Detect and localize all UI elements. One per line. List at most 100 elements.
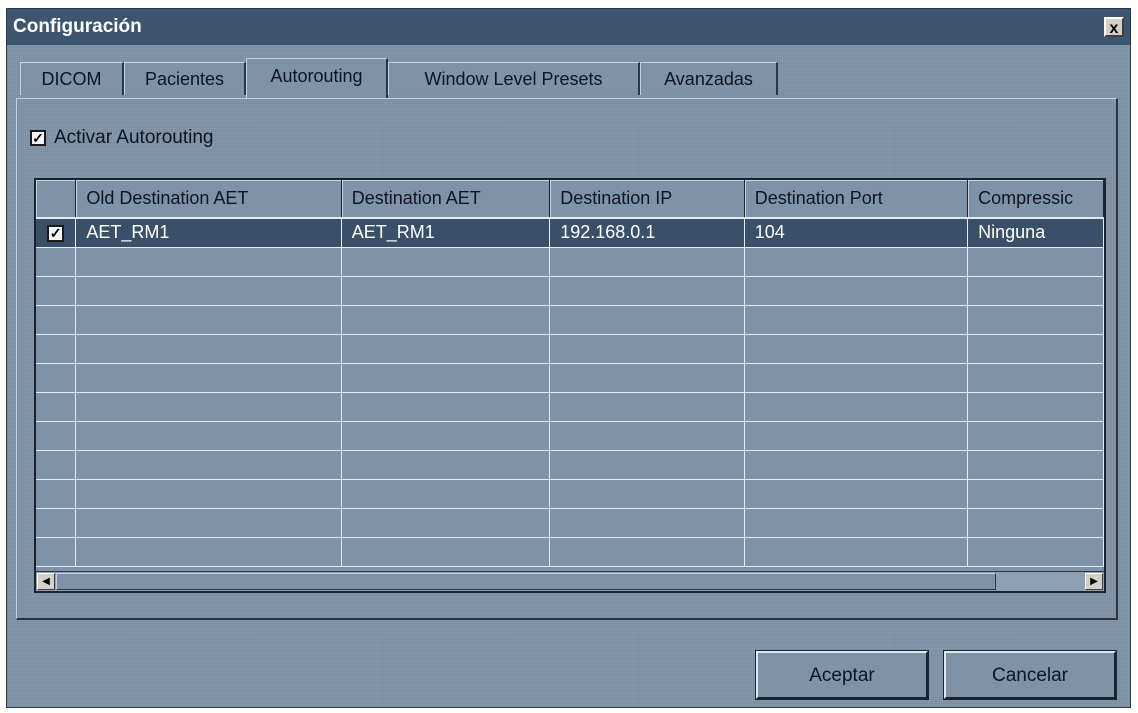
cancel-button[interactable]: Cancelar (943, 650, 1117, 700)
scroll-right-button[interactable]: ▶ (1085, 573, 1103, 590)
empty-cell[interactable] (36, 305, 77, 335)
column-header-destination-port[interactable]: Destination Port (744, 180, 969, 219)
empty-cell[interactable] (36, 276, 77, 306)
accept-button[interactable]: Aceptar (755, 650, 929, 700)
empty-cell[interactable] (36, 508, 77, 538)
empty-cell[interactable] (341, 363, 551, 393)
empty-cell[interactable] (341, 392, 551, 422)
empty-cell[interactable] (744, 334, 969, 364)
empty-cell[interactable] (341, 334, 551, 364)
empty-cell[interactable] (967, 537, 1104, 567)
table-row-empty[interactable] (36, 537, 1104, 567)
empty-cell[interactable] (549, 334, 745, 364)
table-row-empty[interactable] (36, 392, 1104, 422)
empty-cell[interactable] (341, 276, 551, 306)
scroll-thumb[interactable] (56, 573, 996, 590)
cell-destination-port[interactable]: 104 (744, 218, 969, 248)
cell-destination-aet[interactable]: AET_RM1 (341, 218, 551, 248)
empty-cell[interactable] (36, 537, 77, 567)
empty-cell[interactable] (744, 392, 969, 422)
empty-cell[interactable] (967, 450, 1104, 480)
empty-cell[interactable] (744, 305, 969, 335)
empty-cell[interactable] (36, 421, 77, 451)
empty-cell[interactable] (36, 334, 77, 364)
scroll-left-button[interactable]: ◀ (37, 573, 55, 590)
column-header-destination-ip[interactable]: Destination IP (549, 180, 745, 219)
empty-cell[interactable] (75, 334, 342, 364)
empty-cell[interactable] (36, 247, 77, 277)
empty-cell[interactable] (75, 363, 342, 393)
empty-cell[interactable] (549, 276, 745, 306)
empty-cell[interactable] (341, 508, 551, 538)
empty-cell[interactable] (744, 450, 969, 480)
empty-cell[interactable] (744, 479, 969, 509)
empty-cell[interactable] (549, 392, 745, 422)
table-row[interactable]: ✓ AET_RM1 AET_RM1 192.168.0.1 104 Ningun… (36, 218, 1104, 248)
empty-cell[interactable] (967, 276, 1104, 306)
table-row-empty[interactable] (36, 421, 1104, 451)
empty-cell[interactable] (341, 421, 551, 451)
empty-cell[interactable] (341, 450, 551, 480)
row-select-cell[interactable]: ✓ (36, 218, 77, 248)
empty-cell[interactable] (341, 305, 551, 335)
empty-cell[interactable] (75, 537, 342, 567)
row-checkbox[interactable]: ✓ (47, 225, 65, 243)
empty-cell[interactable] (75, 479, 342, 509)
empty-cell[interactable] (75, 450, 342, 480)
empty-cell[interactable] (744, 421, 969, 451)
table-row-empty[interactable] (36, 508, 1104, 538)
table-row-empty[interactable] (36, 479, 1104, 509)
tab-dicom[interactable]: DICOM (20, 62, 124, 95)
empty-cell[interactable] (744, 276, 969, 306)
autorouting-table[interactable]: Old Destination AET Destination AET Dest… (34, 178, 1106, 593)
empty-cell[interactable] (341, 479, 551, 509)
table-row-empty[interactable] (36, 276, 1104, 306)
cell-compression[interactable]: Ninguna (967, 218, 1104, 248)
empty-cell[interactable] (967, 305, 1104, 335)
empty-cell[interactable] (341, 537, 551, 567)
horizontal-scrollbar[interactable]: ◀ ▶ (36, 571, 1104, 591)
empty-cell[interactable] (75, 392, 342, 422)
tab-pacientes[interactable]: Pacientes (124, 62, 246, 95)
empty-cell[interactable] (36, 392, 77, 422)
empty-cell[interactable] (967, 421, 1104, 451)
empty-cell[interactable] (744, 537, 969, 567)
empty-cell[interactable] (75, 421, 342, 451)
empty-cell[interactable] (967, 392, 1104, 422)
activate-autorouting-checkbox[interactable]: ✓ (30, 129, 46, 146)
empty-cell[interactable] (36, 450, 77, 480)
empty-cell[interactable] (744, 363, 969, 393)
empty-cell[interactable] (967, 363, 1104, 393)
empty-cell[interactable] (549, 479, 745, 509)
table-row-empty[interactable] (36, 450, 1104, 480)
activate-autorouting-row[interactable]: ✓ Activar Autorouting (30, 127, 213, 149)
empty-cell[interactable] (549, 537, 745, 567)
tab-avanzadas[interactable]: Avanzadas (640, 62, 778, 95)
cell-old-destination-aet[interactable]: AET_RM1 (75, 218, 342, 248)
empty-cell[interactable] (967, 508, 1104, 538)
empty-cell[interactable] (549, 450, 745, 480)
column-header-old-destination-aet[interactable]: Old Destination AET (75, 180, 342, 219)
empty-cell[interactable] (967, 479, 1104, 509)
tab-window-level-presets[interactable]: Window Level Presets (388, 62, 640, 95)
table-row-empty[interactable] (36, 363, 1104, 393)
empty-cell[interactable] (744, 247, 969, 277)
empty-cell[interactable] (75, 247, 342, 277)
empty-cell[interactable] (341, 247, 551, 277)
empty-cell[interactable] (75, 276, 342, 306)
empty-cell[interactable] (967, 247, 1104, 277)
column-header-compression[interactable]: Compressic (967, 180, 1104, 219)
empty-cell[interactable] (549, 363, 745, 393)
table-row-empty[interactable] (36, 334, 1104, 364)
empty-cell[interactable] (549, 305, 745, 335)
table-row-empty[interactable] (36, 305, 1104, 335)
empty-cell[interactable] (36, 479, 77, 509)
cell-destination-ip[interactable]: 192.168.0.1 (549, 218, 745, 248)
empty-cell[interactable] (549, 508, 745, 538)
empty-cell[interactable] (549, 247, 745, 277)
empty-cell[interactable] (967, 334, 1104, 364)
empty-cell[interactable] (75, 508, 342, 538)
empty-cell[interactable] (549, 421, 745, 451)
close-button[interactable]: x (1104, 17, 1124, 37)
tab-autorouting[interactable]: Autorouting (246, 58, 388, 98)
